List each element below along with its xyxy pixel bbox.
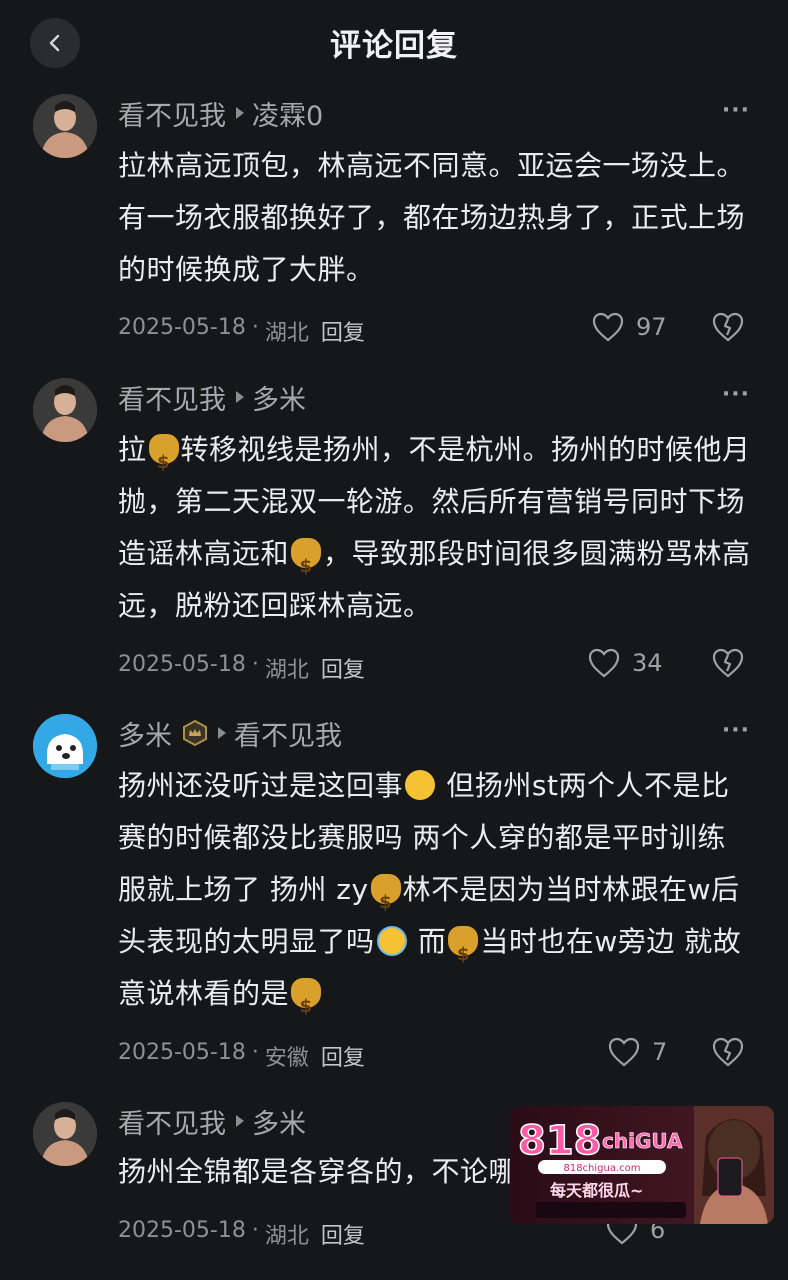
- comment-text: 扬州还没听过是这回事 但扬州st两个人不是比赛的时候都没比赛服吗 两个人穿的都是…: [118, 760, 754, 1033]
- meta-separator: ·: [251, 652, 259, 677]
- heart-icon: [592, 312, 624, 342]
- username[interactable]: 看不见我: [118, 378, 226, 417]
- comment-meta: 2025-05-18 · 安徽 回复: [118, 1040, 365, 1072]
- money-bag-emoji-icon: [448, 926, 479, 981]
- money-bag-emoji-icon: [291, 978, 322, 1033]
- username[interactable]: 看不见我: [118, 1102, 226, 1141]
- svg-text:每天都很瓜~: 每天都很瓜~: [550, 1181, 643, 1200]
- avatar[interactable]: [33, 94, 97, 158]
- like-button[interactable]: 7: [608, 1037, 667, 1067]
- reply-arrow-icon: [236, 1115, 244, 1127]
- reply-to-username[interactable]: 多米: [252, 378, 306, 417]
- meta-separator: ·: [251, 315, 259, 340]
- comment-text-segment: 扬州还没听过是这回事: [118, 769, 404, 802]
- comment-date: 2025-05-18: [118, 652, 246, 677]
- like-button[interactable]: 34: [588, 648, 663, 678]
- username[interactable]: 多米: [118, 714, 172, 753]
- comment-meta: 2025-05-18 · 湖北 回复: [118, 652, 365, 684]
- page-title: 评论回复: [330, 28, 458, 64]
- broken-heart-icon[interactable]: [712, 1037, 744, 1067]
- comment-location: 湖北: [264, 1224, 309, 1249]
- comment-header: 多米 看不见我: [118, 714, 698, 752]
- comment-text: 拉转移视线是扬州，不是杭州。扬州的时候他月抛，第二天混双一轮游。然后所有营销号同…: [118, 424, 754, 632]
- more-options-button[interactable]: ···: [722, 718, 750, 743]
- reply-to-username[interactable]: 多米: [252, 1102, 306, 1141]
- comment-location: 湖北: [264, 321, 309, 346]
- thinking-face-emoji-icon: [405, 770, 436, 800]
- svg-text:818chigua.com: 818chigua.com: [563, 1163, 640, 1174]
- reply-button[interactable]: 回复: [321, 1040, 365, 1072]
- broken-heart-icon[interactable]: [712, 312, 744, 342]
- broken-heart-icon[interactable]: [712, 648, 744, 678]
- crown-badge-icon: [183, 720, 207, 746]
- reply-arrow-icon: [236, 107, 244, 119]
- loudly-laughing-emoji-icon: [376, 926, 407, 956]
- comment-meta: 2025-05-18 · 湖北 回复: [118, 315, 365, 347]
- svg-text:818: 818: [518, 1118, 602, 1164]
- username[interactable]: 看不见我: [118, 94, 226, 133]
- comment-header: 看不见我 多米: [118, 378, 698, 416]
- comment-location: 安徽: [264, 1046, 309, 1071]
- reply-button[interactable]: 回复: [321, 1218, 365, 1250]
- reply-button[interactable]: 回复: [321, 652, 365, 684]
- comment-location: 湖北: [264, 658, 309, 683]
- money-bag-emoji-icon: [291, 538, 322, 593]
- avatar[interactable]: [33, 378, 97, 442]
- comment-text-segment: 而: [408, 925, 447, 958]
- comment-date: 2025-05-18: [118, 1040, 246, 1065]
- comment-text: 扬州全锦都是各穿各的，不论哪: [118, 1146, 518, 1198]
- avatar[interactable]: [33, 714, 97, 778]
- like-count: 7: [652, 1038, 668, 1066]
- heart-icon: [608, 1037, 640, 1067]
- reply-arrow-icon: [218, 727, 226, 739]
- meta-separator: ·: [251, 1218, 259, 1243]
- ad-brand: chiGUA: [602, 1129, 683, 1153]
- reply-button[interactable]: 回复: [321, 315, 365, 347]
- reply-to-username[interactable]: 看不见我: [234, 714, 342, 753]
- avatar[interactable]: [33, 1102, 97, 1166]
- money-bag-emoji-icon: [370, 874, 401, 929]
- comment-date: 2025-05-18: [118, 1218, 246, 1243]
- like-count: 34: [632, 649, 663, 677]
- meta-separator: ·: [251, 1040, 259, 1065]
- comment-header: 看不见我 凌霖0: [118, 94, 698, 132]
- reply-arrow-icon: [236, 391, 244, 403]
- comment-text: 拉林高远顶包，林高远不同意。亚运会一场没上。有一场衣服都换好了，都在场边热身了，…: [118, 140, 754, 296]
- comment-text-segment: 扬州全锦都是各穿各的，不论哪: [118, 1155, 518, 1188]
- reply-to-username[interactable]: 凌霖0: [252, 94, 323, 133]
- comment-meta: 2025-05-18 · 湖北 回复: [118, 1218, 365, 1250]
- like-count: 97: [636, 313, 667, 341]
- top-bar: 评论回复: [0, 0, 788, 86]
- watermark-ad-banner[interactable]: 818 chiGUA 818chigua.com 每天都很瓜~: [510, 1106, 774, 1224]
- comment-text-segment: 拉林高远顶包，林高远不同意。亚运会一场没上。有一场衣服都换好了，都在场边热身了，…: [118, 149, 746, 286]
- like-button[interactable]: 97: [592, 312, 667, 342]
- comment-date: 2025-05-18: [118, 315, 246, 340]
- comment-text-segment: 拉: [118, 433, 147, 466]
- heart-icon: [588, 648, 620, 678]
- more-options-button[interactable]: ···: [722, 382, 750, 407]
- money-bag-emoji-icon: [148, 434, 179, 489]
- more-options-button[interactable]: ···: [722, 98, 750, 123]
